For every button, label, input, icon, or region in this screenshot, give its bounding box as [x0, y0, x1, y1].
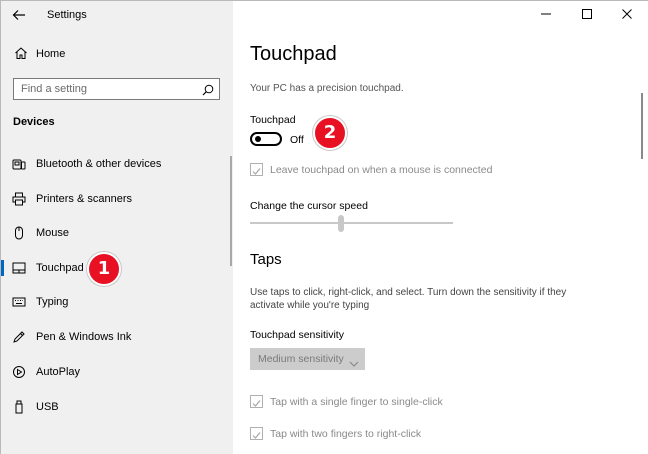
maximize-icon[interactable]: [580, 7, 594, 21]
precision-note: Your PC has a precision touchpad.: [250, 83, 404, 94]
back-arrow-icon[interactable]: [11, 7, 27, 23]
sidebar-item-label: Typing: [36, 296, 69, 308]
app-title: Settings: [47, 9, 87, 21]
leave-on-label: Leave touchpad on when a mouse is connec…: [270, 164, 493, 176]
autoplay-icon: [12, 365, 26, 379]
sidebar-item-label: Bluetooth & other devices: [36, 158, 162, 170]
minimize-icon[interactable]: [539, 7, 553, 21]
usb-icon: [12, 400, 26, 414]
sidebar-item-label: Touchpad: [36, 262, 84, 274]
sidebar-item-label: Mouse: [36, 227, 70, 239]
sidebar-item-autoplay[interactable]: AutoPlay: [1, 358, 233, 386]
mouse-icon: [12, 226, 26, 240]
sidebar-item-printers[interactable]: Printers & scanners: [1, 185, 233, 213]
two-finger-tap-checkbox[interactable]: [250, 427, 263, 440]
touchpad-toggle-label: Touchpad: [250, 114, 296, 126]
sidebar-item-typing[interactable]: Typing: [1, 288, 233, 316]
content-scrollbar[interactable]: [641, 93, 643, 159]
bluetooth-devices-icon: [12, 157, 26, 171]
home-nav-item[interactable]: Home: [1, 43, 233, 65]
sidebar-item-label: USB: [36, 401, 59, 413]
sidebar-item-bluetooth[interactable]: Bluetooth & other devices: [1, 150, 233, 178]
sidebar-item-label: AutoPlay: [36, 366, 81, 378]
sensitivity-value: Medium sensitivity: [258, 353, 344, 365]
sensitivity-label: Touchpad sensitivity: [250, 329, 344, 341]
content-pane: Touchpad Your PC has a precision touchpa…: [233, 1, 648, 454]
search-icon[interactable]: [202, 83, 214, 96]
touchpad-toggle[interactable]: [250, 132, 282, 146]
annotation-badge-1: 1: [87, 252, 121, 286]
sidebar-item-label: Printers & scanners: [36, 193, 132, 205]
sidebar-scrollbar[interactable]: [230, 156, 232, 266]
single-tap-checkbox[interactable]: [250, 395, 263, 408]
cursor-speed-label: Change the cursor speed: [250, 200, 368, 212]
two-finger-tap-label: Tap with two fingers to right-click: [270, 428, 422, 440]
annotation-badge-2: 2: [313, 116, 347, 150]
search-placeholder: Find a setting: [21, 83, 88, 95]
section-title: Devices: [13, 116, 55, 128]
taps-heading: Taps: [250, 251, 282, 268]
title-bar: Settings: [1, 1, 233, 29]
toggle-knob: [255, 136, 261, 142]
printer-icon: [12, 192, 26, 206]
home-label: Home: [36, 48, 66, 60]
sidebar-item-usb[interactable]: USB: [1, 393, 233, 421]
two-finger-tap-checkbox-row[interactable]: Tap with two fingers to right-click: [250, 427, 630, 443]
single-tap-checkbox-row[interactable]: Tap with a single finger to single-click: [250, 395, 630, 411]
sensitivity-dropdown[interactable]: Medium sensitivity: [250, 348, 365, 370]
settings-window: Settings Home Find a setting Devices Blu…: [0, 0, 648, 454]
pen-icon: [12, 330, 26, 344]
sidebar-item-pen[interactable]: Pen & Windows Ink: [1, 323, 233, 351]
taps-description: Use taps to click, right-click, and sele…: [250, 287, 567, 311]
search-input[interactable]: Find a setting: [13, 78, 220, 100]
chevron-down-icon: [349, 355, 359, 367]
touchpad-icon: [12, 261, 26, 275]
selection-indicator: [1, 260, 4, 276]
home-icon: [14, 46, 28, 60]
sidebar-item-label: Pen & Windows Ink: [36, 331, 132, 343]
toggle-state-text: Off: [290, 134, 304, 146]
close-icon[interactable]: [620, 7, 634, 21]
sidebar-item-mouse[interactable]: Mouse: [1, 219, 233, 247]
leave-on-checkbox[interactable]: [250, 163, 263, 176]
single-tap-label: Tap with a single finger to single-click: [270, 396, 443, 408]
keyboard-icon: [12, 295, 26, 309]
cursor-speed-slider[interactable]: [250, 222, 453, 224]
sidebar: Settings Home Find a setting Devices Blu…: [1, 1, 233, 454]
cursor-speed-thumb[interactable]: [338, 215, 345, 232]
page-title: Touchpad: [250, 43, 337, 65]
leave-on-checkbox-row[interactable]: Leave touchpad on when a mouse is connec…: [250, 163, 630, 179]
window-controls: [529, 1, 648, 29]
